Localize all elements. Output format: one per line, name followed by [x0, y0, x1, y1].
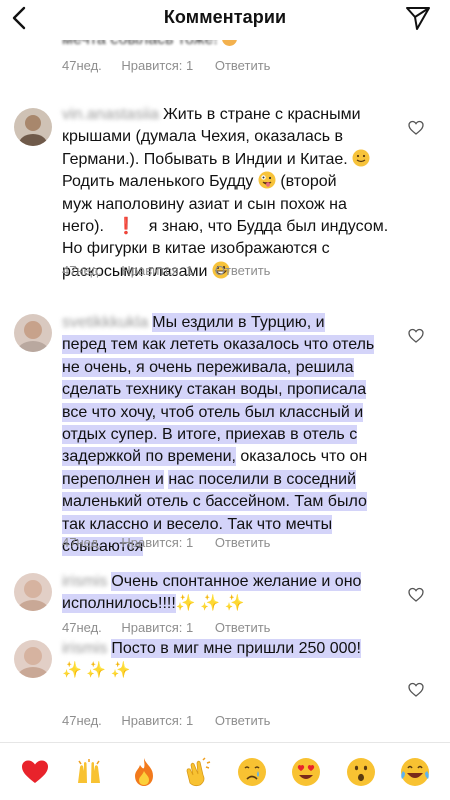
avatar[interactable] [14, 108, 52, 146]
like-count[interactable]: Нравится: 1 [121, 263, 193, 278]
comment-age: 47нед. [62, 535, 102, 550]
comment-text: vin.anastasiia Жить в стране с красными к… [62, 106, 389, 280]
exclamation-icon: ❗ [116, 218, 137, 236]
comment-age: 47нед. [62, 620, 102, 635]
smiling-face-icon [352, 149, 370, 167]
paper-plane-icon[interactable] [404, 4, 432, 32]
like-count[interactable]: Нравится: 1 [121, 620, 193, 635]
sparkles-icon: ✨ ✨ ✨ [62, 662, 131, 680]
comment-username[interactable]: irismis [62, 640, 107, 657]
astonished-face-icon[interactable] [345, 756, 377, 788]
red-heart-icon[interactable] [19, 756, 51, 788]
reply-button[interactable]: Ответить [215, 58, 271, 73]
comment-meta: 47нед. Нравится: 1 Ответить [62, 58, 288, 73]
top-bar: Комментарии [0, 0, 450, 40]
emoji-quick-reactions [0, 742, 450, 800]
like-heart-icon[interactable] [408, 587, 424, 603]
comment-meta: 47нед. Нравится: 1 Ответить [62, 263, 288, 278]
comment-text: irismis Посто в миг мне пришли 250 000! ✨… [62, 639, 361, 680]
avatar[interactable] [14, 573, 52, 611]
like-heart-icon[interactable] [408, 328, 424, 344]
reply-button[interactable]: Ответить [215, 620, 271, 635]
reply-button[interactable]: Ответить [215, 263, 271, 278]
comment-age: 47нед. [62, 263, 102, 278]
heart-eyes-face-icon[interactable] [290, 756, 322, 788]
like-count[interactable]: Нравится: 1 [121, 713, 193, 728]
like-heart-icon[interactable] [408, 120, 424, 136]
like-heart-icon[interactable] [408, 682, 424, 698]
comment-username[interactable]: svetikkkukla [62, 314, 148, 331]
page-title: Комментарии [163, 7, 287, 27]
comment-meta: 47нед. Нравится: 1 Ответить [62, 713, 288, 728]
clapping-hands-icon[interactable] [182, 756, 214, 788]
raising-hands-icon[interactable] [73, 756, 105, 788]
comment-username[interactable]: vin.anastasiia [62, 106, 159, 123]
fire-icon[interactable] [128, 756, 160, 788]
like-count[interactable]: Нравится: 1 [121, 535, 193, 550]
reply-button[interactable]: Ответить [215, 713, 271, 728]
comment-text: svetikkkukla Мы ездили в Турцию, и перед … [62, 313, 375, 557]
avatar[interactable] [14, 314, 52, 352]
comment-meta: 47нед. Нравится: 1 Ответить [62, 535, 288, 550]
avatar[interactable] [14, 640, 52, 678]
comment-meta: 47нед. Нравится: 1 Ответить [62, 620, 288, 635]
reply-button[interactable]: Ответить [215, 535, 271, 550]
comment-text: irismis Очень спонтанное желание и оно ис… [62, 572, 362, 614]
tears-of-joy-face-icon[interactable] [399, 756, 431, 788]
comment-username[interactable]: irismis [62, 573, 107, 590]
like-count[interactable]: Нравится: 1 [121, 58, 193, 73]
comment-age: 47нед. [62, 713, 102, 728]
zany-face-icon [258, 171, 276, 189]
crying-face-icon[interactable] [236, 756, 268, 788]
sparkles-icon: ✨ ✨ ✨ [175, 595, 245, 613]
comment-age: 47нед. [62, 58, 102, 73]
